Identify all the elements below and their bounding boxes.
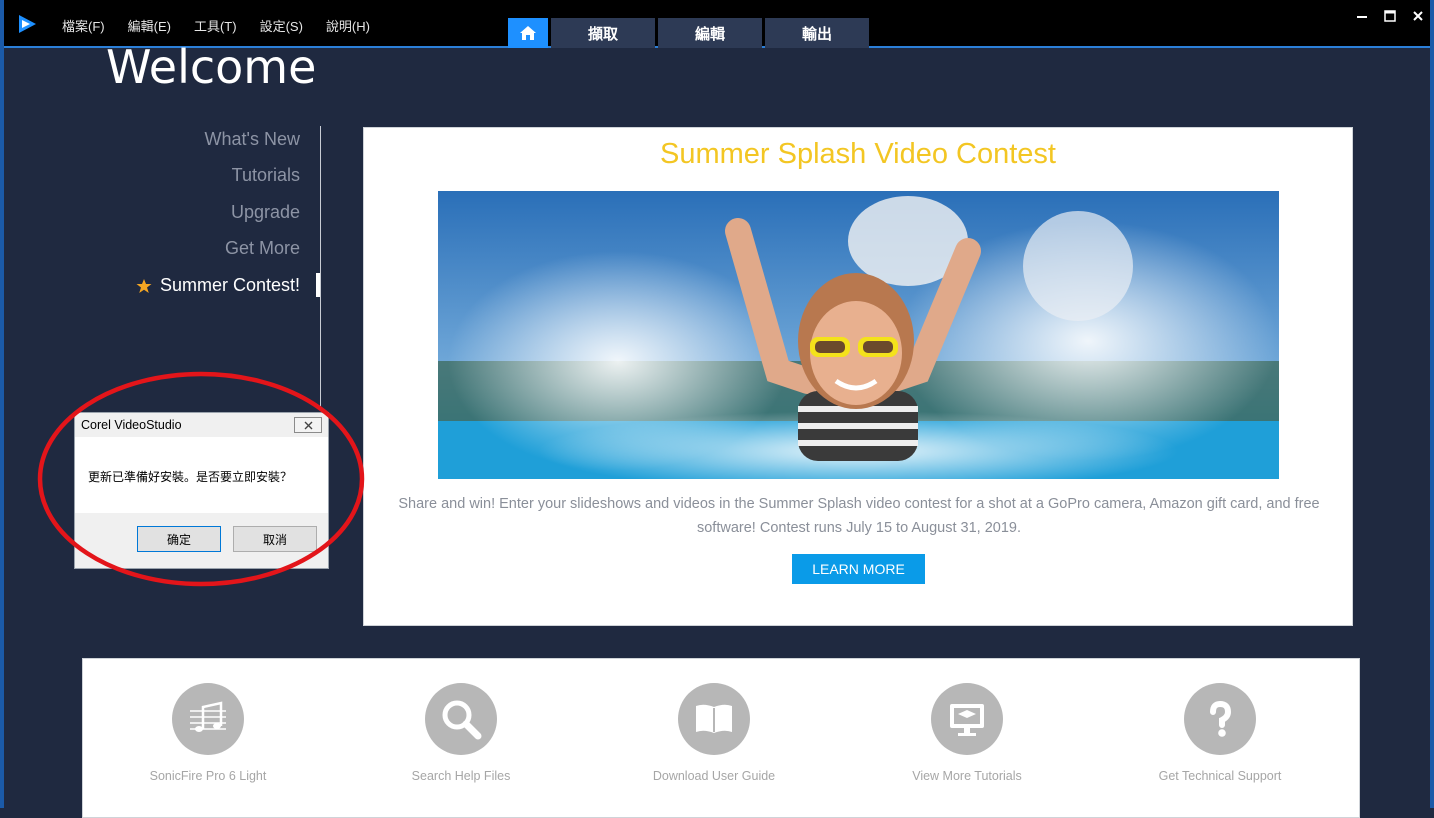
cancel-button[interactable]: 取消	[233, 526, 317, 552]
sidebar-item-summer-contest[interactable]: Summer Contest!	[136, 275, 300, 296]
close-icon	[304, 421, 312, 429]
dialog-message: 更新已準備好安裝。是否要立即安裝？	[88, 470, 293, 484]
maximize-icon	[1384, 10, 1396, 22]
resource-label: Search Help Files	[411, 769, 511, 783]
contest-title: Summer Splash Video Contest	[659, 138, 1056, 170]
sidebar-item-label: Tutorials	[231, 165, 300, 185]
dialog-body: 更新已準備好安裝。是否要立即安裝？	[75, 437, 328, 513]
sidebar-item-tutorials[interactable]: Tutorials	[232, 165, 300, 186]
sidebar-item-get-more[interactable]: Get More	[225, 238, 300, 259]
monitor-graduation-icon	[931, 683, 1003, 755]
search-help-link[interactable]: Search Help Files	[361, 683, 561, 783]
update-dialog: Corel VideoStudio 更新已準備好安裝。是否要立即安裝？ 确定 取…	[74, 412, 329, 569]
ok-button[interactable]: 确定	[137, 526, 221, 552]
view-tutorials-link[interactable]: View More Tutorials	[867, 683, 1067, 783]
resource-label: SonicFire Pro 6 Light	[149, 769, 267, 783]
menu-file[interactable]: 檔案(F)	[62, 16, 105, 35]
contest-description: Share and win! Enter your slideshows and…	[398, 496, 1320, 536]
tab-share[interactable]: 輸出	[765, 18, 869, 48]
learn-more-button[interactable]: LEARN MORE	[792, 554, 925, 584]
sonicfire-link[interactable]: SonicFire Pro 6 Light	[108, 683, 308, 783]
home-icon	[520, 26, 536, 40]
contest-card: Summer Splash Video Contest Share and wi…	[363, 127, 1353, 626]
welcome-heading: Welcome	[106, 40, 317, 94]
menu-bar: 檔案(F) 編輯(E) 工具(T) 設定(S) 說明(H)	[62, 16, 370, 35]
minimize-icon	[1357, 16, 1367, 18]
app-logo-icon[interactable]	[16, 13, 38, 35]
dialog-titlebar: Corel VideoStudio	[75, 413, 328, 437]
tab-edit[interactable]: 編輯	[658, 18, 762, 48]
window-controls	[1354, 8, 1426, 24]
sidebar-item-upgrade[interactable]: Upgrade	[231, 202, 300, 223]
music-notes-icon	[172, 683, 244, 755]
menu-tools[interactable]: 工具(T)	[194, 16, 237, 35]
menu-settings[interactable]: 設定(S)	[260, 16, 303, 35]
resource-label: Download User Guide	[652, 769, 776, 783]
magnifier-icon	[425, 683, 497, 755]
resource-label: View More Tutorials	[912, 769, 1022, 783]
welcome-sidebar: What's New Tutorials Upgrade Get More Su…	[110, 126, 321, 410]
dialog-close-button[interactable]	[294, 417, 322, 433]
question-icon	[1184, 683, 1256, 755]
workspace-tabs: 擷取 編輯 輸出	[508, 18, 869, 48]
sidebar-item-whats-new[interactable]: What's New	[205, 129, 300, 150]
sidebar-item-label: Summer Contest!	[159, 275, 300, 295]
resources-panel: SonicFire Pro 6 Light Search Help Files …	[82, 658, 1360, 818]
book-icon	[678, 683, 750, 755]
close-icon	[1413, 11, 1423, 21]
resource-label: Get Technical Support	[1158, 769, 1282, 783]
tab-capture[interactable]: 擷取	[551, 18, 655, 48]
technical-support-link[interactable]: Get Technical Support	[1120, 683, 1320, 783]
star-icon	[136, 278, 152, 293]
minimize-button[interactable]	[1354, 8, 1370, 24]
dialog-footer: 确定 取消	[75, 513, 328, 568]
menu-help[interactable]: 說明(H)	[326, 16, 370, 35]
tab-home[interactable]	[508, 18, 548, 48]
close-button[interactable]	[1410, 8, 1426, 24]
download-guide-link[interactable]: Download User Guide	[614, 683, 814, 783]
menu-edit[interactable]: 編輯(E)	[128, 16, 171, 35]
sidebar-item-label: Get More	[224, 238, 300, 258]
active-indicator	[316, 273, 320, 297]
sidebar-item-label: Upgrade	[230, 202, 300, 222]
sidebar-item-label: What's New	[204, 129, 300, 149]
contest-image	[438, 191, 1279, 479]
maximize-button[interactable]	[1382, 8, 1398, 24]
dialog-title: Corel VideoStudio	[81, 418, 182, 432]
